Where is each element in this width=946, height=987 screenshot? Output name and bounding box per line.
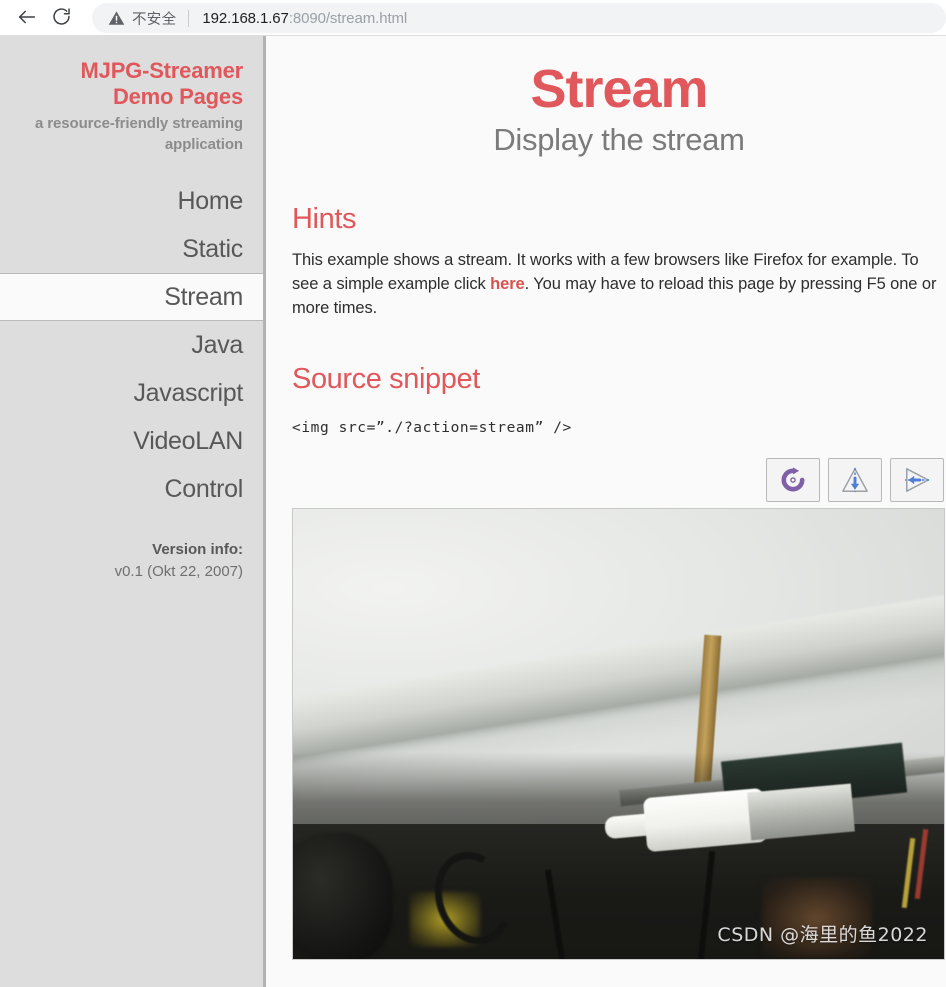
warning-triangle-icon [108, 10, 125, 26]
browser-toolbar: 不安全 192.168.1.67:8090/stream.html [0, 0, 946, 36]
arrow-left-icon [16, 6, 38, 31]
rotate-button[interactable] [766, 458, 820, 502]
stream-image[interactable]: CSDN @海里的鱼2022 [292, 508, 945, 960]
reload-button[interactable] [44, 1, 78, 35]
flip-horizontal-button[interactable] [890, 458, 944, 502]
sidebar: MJPG-Streamer Demo Pages a resource-frie… [0, 36, 266, 987]
address-bar[interactable]: 不安全 192.168.1.67:8090/stream.html [92, 3, 946, 33]
source-snippet-code: <img src=”./?action=stream” /> [292, 420, 572, 436]
version-info: Version info: v0.1 (Okt 22, 2007) [0, 539, 263, 583]
url-path: :8090/stream.html [288, 9, 408, 27]
version-info-label: Version info: [152, 541, 243, 558]
hints-heading: Hints [292, 203, 357, 235]
stream-scene [293, 509, 944, 959]
scene-usb-connector-metal [746, 783, 855, 841]
url-text[interactable]: 192.168.1.67:8090/stream.html [202, 10, 932, 27]
back-button[interactable] [10, 1, 44, 35]
sidebar-item-java[interactable]: Java [0, 321, 263, 369]
rotate-icon [779, 466, 807, 494]
scene-dark-object [293, 833, 394, 959]
url-host: 192.168.1.67 [202, 9, 289, 27]
stream-toolbar [292, 458, 946, 502]
sidebar-brand: MJPG-Streamer Demo Pages a resource-frie… [0, 58, 263, 155]
sidebar-item-control[interactable]: Control [0, 465, 263, 513]
sidebar-item-static[interactable]: Static [0, 225, 263, 273]
brand-subtitle: a resource-friendly streaming applicatio… [34, 115, 243, 153]
site-security-chip[interactable]: 不安全 [108, 8, 176, 29]
brand-title-line1: MJPG-Streamer [80, 58, 244, 83]
sidebar-item-stream[interactable]: Stream [0, 273, 263, 321]
main-content: Stream Display the stream Hints This exa… [266, 36, 946, 987]
hints-here-link[interactable]: here [490, 275, 525, 293]
sidebar-item-videolan[interactable]: VideoLAN [0, 417, 263, 465]
version-info-value: v0.1 (Okt 22, 2007) [114, 563, 243, 580]
page-subtitle: Display the stream [493, 122, 745, 157]
sidebar-item-javascript[interactable]: Javascript [0, 369, 263, 417]
scene-brown-box [761, 878, 872, 958]
sidebar-nav: Home Static Stream Java Javascript Video… [0, 177, 263, 513]
brand-title: MJPG-Streamer Demo Pages [4, 58, 244, 110]
flip-vertical-icon [840, 466, 870, 494]
flip-horizontal-icon [902, 466, 932, 494]
flip-vertical-button[interactable] [828, 458, 882, 502]
omnibox-divider [188, 9, 190, 27]
reload-icon [51, 6, 72, 30]
security-label: 不安全 [132, 11, 177, 28]
page-body: MJPG-Streamer Demo Pages a resource-frie… [0, 36, 946, 987]
source-snippet-heading: Source snippet [292, 363, 480, 395]
brand-title-line2: Demo Pages [112, 84, 243, 109]
hints-paragraph: This example shows a stream. It works wi… [292, 248, 942, 320]
sidebar-item-home[interactable]: Home [0, 177, 263, 225]
page-title: Stream [530, 59, 708, 119]
